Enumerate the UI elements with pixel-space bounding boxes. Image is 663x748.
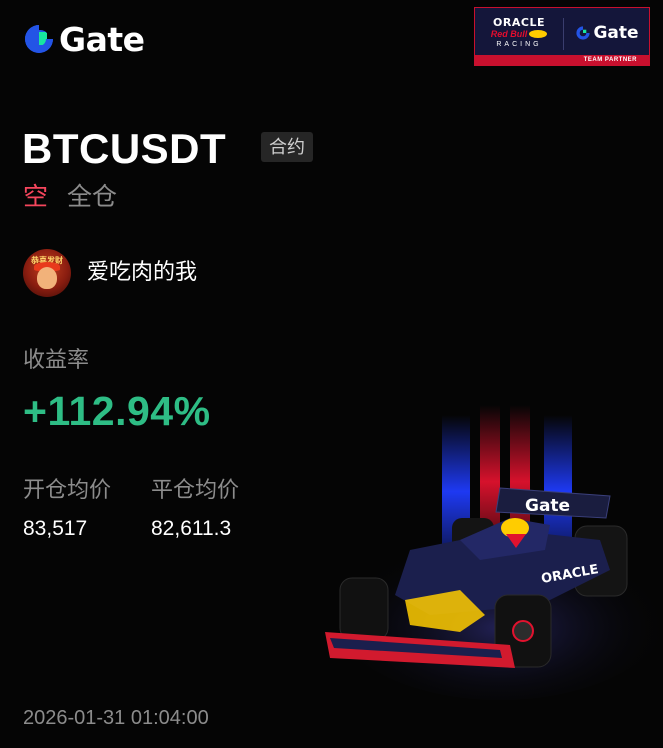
close-timestamp: 2026-01-31 01:04:00 [23, 707, 209, 729]
roi-label: 收益率 [23, 347, 90, 372]
gate-small-icon [576, 26, 591, 40]
redbull-wordmark: Red Bull [491, 29, 548, 40]
avatar-face [37, 267, 57, 289]
racing-wordmark: RACING [496, 40, 542, 48]
badge-divider [563, 18, 564, 50]
close-price-value: 82,611.3 [151, 517, 232, 540]
gate-logo: Gate [22, 20, 145, 58]
gate-logo-icon [25, 25, 53, 53]
team-partner-label: TEAM PARTNER [583, 57, 637, 63]
f1-car-illustration: Gate ORACLE [325, 405, 663, 700]
rear-wing-logo: Gate [525, 496, 570, 516]
username: 爱吃肉的我 [87, 259, 198, 284]
gate-logo-text: Gate [59, 19, 145, 59]
user-avatar: 恭喜发财 [23, 249, 71, 297]
close-price-label: 平仓均价 [151, 477, 240, 502]
oracle-wordmark: ORACLE [493, 15, 545, 29]
redbull-bull-icon [529, 30, 548, 38]
open-price-label: 开仓均价 [23, 477, 112, 502]
front-right-wheel-rim [512, 620, 534, 642]
trading-pair-symbol: BTCUSDT [22, 125, 227, 172]
open-price-value: 83,517 [23, 517, 88, 540]
contract-type-tag: 合约 [261, 132, 313, 162]
partner-gate-wordmark: Gate [593, 23, 639, 43]
oracle-redbull-partner-badge: ORACLE Red Bull RACING Gate TEAM PARTNER [474, 7, 650, 66]
position-direction: 空 [23, 183, 49, 211]
front-left-tire [339, 577, 389, 641]
margin-mode: 全仓 [67, 183, 118, 211]
roi-value: +112.94% [23, 388, 211, 434]
